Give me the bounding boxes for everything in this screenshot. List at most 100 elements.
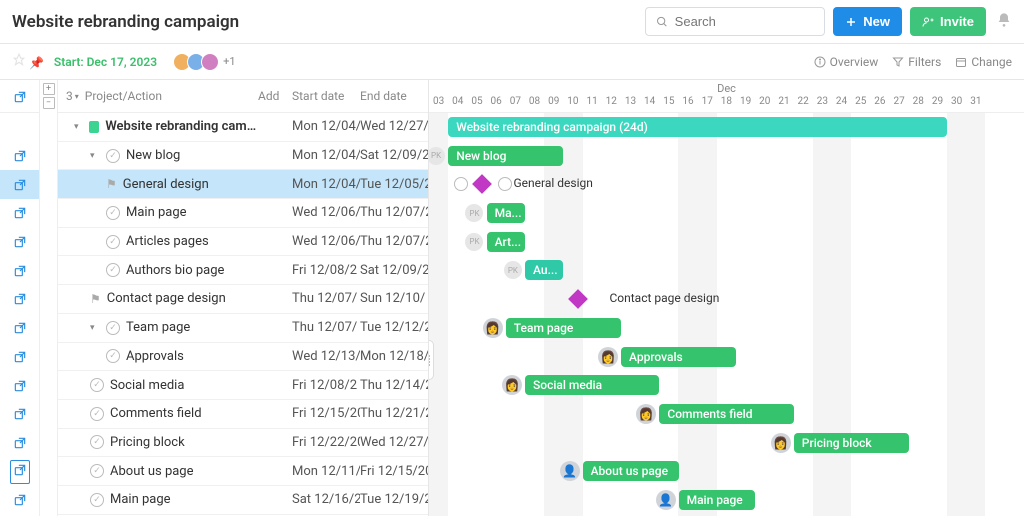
table-row[interactable]: ⚑General designMon 12/04/Tue 12/05/2	[58, 170, 428, 199]
assignee-avatar[interactable]	[656, 490, 676, 510]
gantt-row[interactable]: Website rebranding campaign (24d)	[429, 113, 1024, 142]
gantt-row[interactable]: General design	[429, 170, 1024, 199]
gantt-bar[interactable]: New blog	[448, 146, 563, 166]
open-external-icon[interactable]	[13, 90, 27, 104]
end-date-cell[interactable]: Tue 12/19/2	[360, 492, 428, 507]
gantt-row[interactable]: Pricing block	[429, 429, 1024, 458]
avatar[interactable]	[201, 53, 219, 71]
start-date-cell[interactable]: Fri 12/22/20	[292, 435, 360, 450]
status-check-icon[interactable]: ✓	[90, 435, 104, 449]
end-date-cell[interactable]: Tue 12/05/2	[360, 177, 428, 192]
task-name[interactable]: Articles pages	[126, 234, 209, 249]
assignee-avatar[interactable]	[636, 404, 656, 424]
expand-caret-icon[interactable]: ▾	[74, 122, 83, 132]
gantt-body[interactable]: Website rebranding campaign (24d)New blo…	[429, 113, 1024, 516]
status-check-icon[interactable]: ✓	[106, 149, 120, 163]
open-external-icon[interactable]	[13, 235, 27, 249]
start-date-cell[interactable]: Thu 12/07/	[292, 320, 360, 335]
table-row[interactable]: ✓Main pageWed 12/06/Thu 12/07/2	[58, 199, 428, 228]
gantt-bar[interactable]: Main page	[679, 490, 756, 510]
task-name[interactable]: Social media	[110, 378, 184, 393]
assignee-avatar[interactable]	[771, 433, 791, 453]
milestone-diamond[interactable]	[472, 174, 492, 194]
open-external-icon[interactable]	[13, 264, 27, 278]
col-end-header[interactable]: End date	[360, 89, 428, 103]
search-input[interactable]	[675, 14, 815, 29]
task-name[interactable]: Team page	[126, 320, 190, 335]
task-name[interactable]: New blog	[126, 148, 180, 163]
gantt-bar[interactable]: Art...	[487, 232, 525, 252]
expand-caret-icon[interactable]: ▾	[90, 323, 100, 333]
gantt-bar[interactable]: Pricing block	[794, 433, 909, 453]
gantt-row[interactable]: Main page	[429, 486, 1024, 515]
open-external-icon[interactable]	[13, 350, 27, 364]
table-row[interactable]: ▾Website rebranding campaignMon 12/04/We…	[58, 113, 428, 142]
table-row[interactable]: ▾✓Team pageThu 12/07/Tue 12/12/2	[58, 314, 428, 343]
col-project-header[interactable]: 3 ▾ Project/Action	[58, 89, 258, 103]
end-date-cell[interactable]: Fri 12/15/20	[360, 464, 428, 479]
end-date-cell[interactable]: Wed 12/27/	[360, 435, 428, 450]
link-handle[interactable]	[498, 177, 512, 191]
assignee-avatar[interactable]: PK	[429, 147, 445, 165]
assignee-avatar[interactable]: PK	[504, 261, 522, 279]
gantt-bar[interactable]: Comments field	[659, 404, 793, 424]
task-name[interactable]: Main page	[126, 205, 187, 220]
member-avatars[interactable]: +1	[177, 53, 235, 71]
expand-caret-icon[interactable]: ▾	[90, 151, 100, 161]
col-add-header[interactable]: Add	[258, 89, 292, 103]
invite-button[interactable]: Invite	[910, 7, 986, 36]
level-dropdown[interactable]: 3 ▾	[66, 89, 79, 103]
table-row[interactable]: ⚑Contact page designThu 12/07/Sun 12/10/	[58, 285, 428, 314]
status-check-icon[interactable]: ✓	[106, 206, 120, 220]
open-external-icon[interactable]	[13, 292, 27, 306]
status-check-icon[interactable]: ✓	[106, 349, 120, 363]
status-check-icon[interactable]: ✓	[90, 407, 104, 421]
assignee-avatar[interactable]: PK	[465, 233, 483, 251]
assignee-avatar[interactable]	[502, 375, 522, 395]
start-date-cell[interactable]: Fri 12/15/20	[292, 406, 360, 421]
task-name[interactable]: Contact page design	[107, 291, 226, 306]
end-date-cell[interactable]: Thu 12/07/2	[360, 234, 428, 249]
table-row[interactable]: ✓Authors bio pageFri 12/08/2Sat 12/09/2	[58, 256, 428, 285]
start-date-cell[interactable]: Fri 12/08/2	[292, 263, 360, 278]
start-date-cell[interactable]: Mon 12/04/	[292, 119, 360, 134]
gantt-row[interactable]: Team page	[429, 314, 1024, 343]
open-external-icon[interactable]	[13, 407, 27, 421]
table-row[interactable]: ✓Articles pagesWed 12/06/Thu 12/07/2	[58, 228, 428, 257]
gantt-bar[interactable]: Team page	[506, 318, 621, 338]
gantt-row[interactable]: Ma...PK	[429, 199, 1024, 228]
gantt-row[interactable]: New blogPK	[429, 142, 1024, 171]
gantt-bar[interactable]: Ma...	[487, 203, 525, 223]
gantt-row[interactable]: Art...PK	[429, 228, 1024, 257]
task-name[interactable]: Pricing block	[110, 435, 185, 450]
open-external-icon[interactable]	[13, 436, 27, 450]
open-external-icon[interactable]	[13, 463, 27, 477]
end-date-cell[interactable]: Wed 12/27/	[360, 119, 428, 134]
table-row[interactable]: ✓About us pageMon 12/11/2Fri 12/15/20	[58, 457, 428, 486]
start-date-cell[interactable]: Fri 12/08/2	[292, 378, 360, 393]
open-external-icon[interactable]	[13, 206, 27, 220]
start-date-cell[interactable]: Mon 12/04/	[292, 177, 360, 192]
change-link[interactable]: Change	[955, 55, 1012, 69]
gantt-bar[interactable]: Social media	[525, 375, 659, 395]
collapse-all-button[interactable]: −	[43, 97, 55, 109]
status-check-icon[interactable]: ✓	[106, 235, 120, 249]
new-button[interactable]: New	[833, 7, 902, 36]
gantt-row[interactable]: Contact page design	[429, 285, 1024, 314]
end-date-cell[interactable]: Thu 12/07/2	[360, 205, 428, 220]
filters-link[interactable]: Filters	[892, 55, 941, 69]
avatars-more-count[interactable]: +1	[223, 55, 235, 68]
status-check-icon[interactable]: ✓	[90, 378, 104, 392]
gantt-bar[interactable]: Au...	[525, 260, 563, 280]
table-row[interactable]: ▾✓New blogMon 12/04/Sat 12/09/2	[58, 142, 428, 171]
link-handle[interactable]	[454, 177, 468, 191]
end-date-cell[interactable]: Sun 12/10/	[360, 291, 428, 306]
end-date-cell[interactable]: Thu 12/14/2	[360, 378, 428, 393]
table-row[interactable]: ✓ Pricing block Fri 12/22/20Wed 12/27/	[58, 429, 428, 458]
start-date-cell[interactable]: Thu 12/07/	[292, 291, 360, 306]
search-box[interactable]	[645, 7, 825, 36]
open-external-icon[interactable]	[13, 493, 27, 507]
panel-resize-handle[interactable]	[429, 340, 434, 380]
task-name[interactable]: General design	[123, 177, 209, 192]
table-row[interactable]: ✓ApprovalsWed 12/13/Mon 12/18/	[58, 343, 428, 372]
